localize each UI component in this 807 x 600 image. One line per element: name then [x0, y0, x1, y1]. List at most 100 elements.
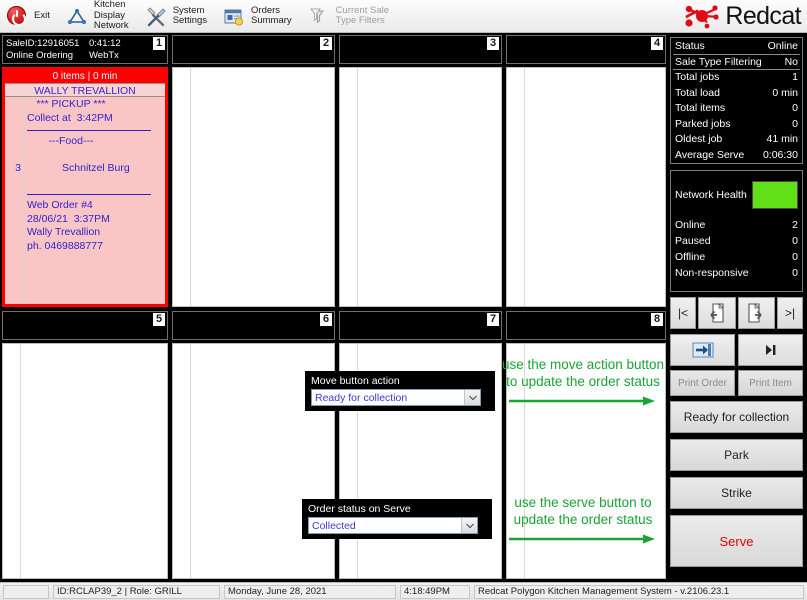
- order-tile-4-header: 4: [506, 35, 666, 64]
- network-row-online: Online 2: [675, 217, 798, 233]
- stat-value-total-load: 0 min: [772, 86, 798, 99]
- serve-action-note: use the serve button to update the order…: [501, 494, 665, 550]
- network-triangle-icon: [66, 4, 88, 28]
- prev-page-icon: [710, 303, 724, 323]
- network-label-paused: Paused: [675, 235, 711, 247]
- serve-status-callout: Order status on Serve Collected: [302, 499, 492, 539]
- order-type-line: *** PICKUP ***: [36, 98, 106, 110]
- serve-status-select[interactable]: Collected: [308, 517, 478, 534]
- order-tile-3-body[interactable]: [339, 67, 502, 307]
- order-tile-1-header: SaleID:12916051 Online Ordering 0:41:12 …: [2, 35, 168, 64]
- next-page-button[interactable]: [737, 297, 775, 329]
- redcat-logo: Redcat: [683, 2, 802, 30]
- status-cell-blank: [3, 584, 49, 599]
- order-tile-5[interactable]: 5: [2, 311, 168, 579]
- network-value-paused: 0: [792, 235, 798, 247]
- strike-button[interactable]: Strike: [670, 477, 803, 509]
- ready-for-collection-button[interactable]: Ready for collection: [670, 401, 803, 433]
- orders-summary-icon: [223, 4, 245, 28]
- order-collect-line: Collect at 3:42PM: [27, 111, 113, 124]
- skip-icon: [765, 345, 775, 355]
- order-item-name: Schnitzel Burg: [62, 162, 130, 174]
- order-divider-bottom: [27, 194, 151, 195]
- order-tile-2-header: 2: [172, 35, 335, 64]
- stat-value-total-items: 0: [792, 102, 798, 114]
- network-label-offline: Offline: [675, 251, 706, 263]
- toolbar-button-current-sale-type-filters[interactable]: Current Sale Type Filters: [302, 0, 399, 33]
- move-action-note-text: use the move action button to update the…: [501, 357, 665, 389]
- toolbar-button-system-settings[interactable]: System Settings: [139, 0, 217, 33]
- stat-row-sale-type-filtering: Sale Type Filtering No: [673, 55, 800, 70]
- status-statistics-box: Status Online Sale Type Filtering No Tot…: [670, 37, 803, 164]
- order-footer-line-3: Wally Trevallion: [27, 226, 101, 238]
- order-tile-4-body[interactable]: [506, 67, 666, 307]
- stat-value-parked-jobs: 0: [792, 117, 798, 130]
- order-tile-2[interactable]: 2: [172, 35, 335, 307]
- stat-value-average-serve: 0:06:30: [762, 148, 798, 161]
- last-page-button[interactable]: >|: [777, 297, 803, 329]
- order-divider-top: [27, 130, 151, 131]
- prev-page-button[interactable]: [698, 297, 736, 329]
- move-action-button[interactable]: [670, 334, 735, 366]
- order-tile-5-header: 5: [2, 311, 168, 340]
- skip-button[interactable]: [738, 334, 803, 366]
- network-row-non-responsive: Non-responsive 0: [675, 265, 798, 281]
- serve-status-label: Order status on Serve: [308, 503, 411, 515]
- action-row: [670, 334, 803, 366]
- move-button-action-select[interactable]: Ready for collection: [311, 389, 481, 406]
- toolbar-label-current-sale-type-filters: Current Sale Type Filters: [335, 4, 390, 26]
- stat-row-total-load: Total load 0 min: [673, 86, 800, 102]
- right-panel: Status Online Sale Type Filtering No Tot…: [668, 35, 805, 583]
- stat-value-total-jobs: 1: [792, 71, 798, 83]
- stat-value-status: Online: [767, 40, 798, 52]
- order-tile-8-header: 8: [506, 311, 666, 340]
- stat-row-parked-jobs: Parked jobs 0: [673, 117, 800, 133]
- order-tile-3-header: 3: [339, 35, 502, 64]
- serve-button[interactable]: Serve: [670, 515, 803, 567]
- network-health-indicator: [752, 181, 798, 209]
- order-tile-2-number: 2: [320, 37, 332, 50]
- order-tile-4-number: 4: [651, 37, 663, 50]
- stat-value-sale-type-filtering: No: [784, 55, 798, 68]
- order-items-summary: 0 items | 0 min: [5, 70, 165, 83]
- order-tile-1[interactable]: SaleID:12916051 Online Ordering 0:41:12 …: [2, 35, 168, 307]
- filter-icon: [308, 4, 330, 28]
- order-tile-2-body[interactable]: [172, 67, 335, 307]
- first-page-button[interactable]: |<: [670, 297, 696, 329]
- order-detail-lines: *** PICKUP *** Collect at 3:42PM ---Food…: [5, 97, 165, 253]
- order-tile-1-body[interactable]: 0 items | 0 min WALLY TREVALLION *** PIC…: [2, 67, 168, 307]
- move-button-action-value: Ready for collection: [315, 391, 408, 404]
- order-tile-4[interactable]: 4: [506, 35, 666, 307]
- network-health-box: Network Health Online 2 Paused 0 Offline…: [670, 170, 803, 292]
- move-action-note: use the move action button to update the…: [501, 356, 665, 412]
- toolbar-label-system-settings: System Settings: [172, 4, 208, 26]
- order-item-row: 3 Schnitzel Burg: [5, 149, 165, 190]
- network-health-header: Network Health: [675, 173, 798, 217]
- order-tile-3[interactable]: 3: [339, 35, 502, 307]
- serve-action-note-arrow: [501, 532, 665, 550]
- toolbar-button-kitchen-display-network[interactable]: Kitchen Display Network: [60, 0, 139, 33]
- chevron-down-icon-2[interactable]: [461, 518, 477, 533]
- move-button-action-label: Move button action: [311, 375, 400, 387]
- order-tile-1-elapsed: 0:41:12: [89, 38, 121, 49]
- order-tile-7-header: 7: [339, 311, 502, 340]
- park-button[interactable]: Park: [670, 439, 803, 471]
- order-tile-1-txtype: WebTx: [89, 50, 119, 61]
- print-order-button[interactable]: Print Order: [670, 370, 735, 396]
- redcat-wordmark: Redcat: [725, 2, 801, 30]
- toolbar-button-orders-summary[interactable]: Orders Summary: [217, 0, 302, 33]
- order-tile-5-body[interactable]: [2, 343, 168, 579]
- main-toolbar: Exit Kitchen Display Network System Sett…: [0, 0, 807, 33]
- next-page-icon: [748, 303, 762, 323]
- network-label-non-responsive: Non-responsive: [675, 267, 749, 279]
- print-row: Print Order Print Item: [670, 370, 803, 396]
- chevron-down-icon[interactable]: [464, 390, 480, 405]
- order-item-qty: 3: [15, 162, 21, 174]
- move-action-note-arrow: [501, 394, 665, 412]
- tools-icon: [145, 4, 167, 28]
- order-tile-3-number: 3: [487, 37, 499, 50]
- network-value-offline: 0: [792, 251, 798, 263]
- toolbar-button-exit[interactable]: Exit: [0, 0, 60, 33]
- print-item-button[interactable]: Print Item: [738, 370, 803, 396]
- network-label-online: Online: [675, 219, 706, 231]
